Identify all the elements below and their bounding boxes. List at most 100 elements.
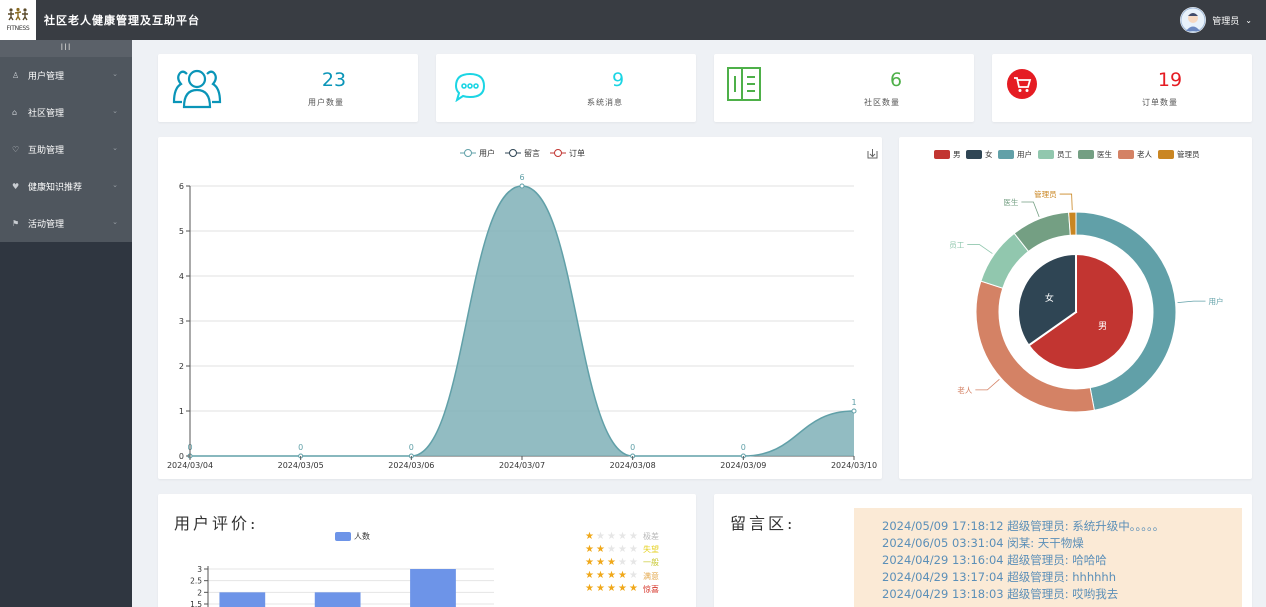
sidebar-item-users[interactable]: ♙ 用户管理 ⌄ [0,57,132,94]
message-board-title: 留言区: [730,514,796,533]
user-name[interactable]: 管理员 [1212,14,1239,27]
y-tick-label: 1.5 [190,600,202,607]
sidebar-item-mutual-aid[interactable]: ♡ 互助管理 ⌄ [0,131,132,168]
sidebar-item-activities[interactable]: ⚑ 活动管理 ⌄ [0,205,132,242]
stat-card-communities[interactable]: 6 社区数量 [714,54,974,122]
rating-row[interactable]: ★ ★ ★ ★ ★ 极差 [585,531,659,542]
legend-item[interactable]: 用户 [460,148,495,158]
rating-label: 一般 [643,558,659,568]
stat-value: 23 [321,69,347,91]
slice-label: 女 [1045,292,1054,304]
rating-row[interactable]: ★ ★ ★ ★ ★ 惊喜 [585,584,659,595]
sidebar-item-label: 互助管理 [28,146,65,156]
legend-item[interactable]: 医生 [1078,149,1113,159]
y-tick-label: 2.5 [190,577,202,586]
legend-label: 男 [953,150,961,159]
stat-label: 社区数量 [864,98,900,107]
legend-swatch [335,532,351,541]
sidebar-item-label: 活动管理 [28,220,65,230]
legend-label: 用户 [1017,149,1032,159]
star-icon: ★ [607,570,616,582]
legend-item[interactable]: 订单 [550,148,585,158]
label-line [1177,300,1206,303]
message-item: 2024/04/29 13:16:04 超级管理员: 哈哈哈 [882,553,1107,567]
star-icon: ★ [596,543,605,555]
avatar[interactable] [1180,7,1207,33]
fitness-figures-icon [8,7,28,21]
star-icon: ★ [585,543,594,555]
chevron-down-icon: ⌄ [112,181,118,189]
star-icon: ★ [607,530,616,542]
rating-bar-chart: 人数 1.5 2 2.5 3 [190,531,494,607]
legend-item[interactable]: 管理员 [1158,149,1200,159]
ring-label: 管理员 [1034,189,1057,199]
ring-segment[interactable] [1068,211,1077,236]
star-icon: ★ [629,530,638,542]
star-icon: ★ [607,543,616,555]
stat-card-users[interactable]: 23 用户数量 [158,54,418,122]
rating-row[interactable]: ★ ★ ★ ★ ★ 满意 [585,571,659,582]
legend-label: 员工 [1057,150,1073,159]
home-icon: ⌂ [12,108,18,117]
star-icon: ★ [585,530,594,542]
star-icon: ★ [618,570,627,582]
star-icon: ★ [607,556,616,568]
star-icon: ★ [629,583,638,595]
star-icon: ★ [618,543,627,555]
chevron-down-icon[interactable]: ⌄ [1245,16,1252,25]
ring-label: 员工 [949,240,964,249]
role-distribution-card: 男女用户 员工 医生 老人 管理员 男女 用户 老人 员工 医生 管理员 [899,137,1252,479]
sidebar-item-health-knowledge[interactable]: ♥ 健康知识推荐 ⌄ [0,168,132,205]
legend-marker [464,149,472,157]
legend-label: 用户 [479,148,495,158]
legend-item[interactable]: 女 [966,149,993,159]
legend-item[interactable]: 留言 [505,148,540,158]
star-icon: ★ [596,556,605,568]
star-icon: ★ [629,556,638,568]
sidebar-collapse-button[interactable]: III [0,40,132,57]
label-line [1021,201,1040,218]
data-point[interactable] [519,183,525,189]
star-icon: ★ [629,543,638,555]
legend-item[interactable]: 老人 [1118,149,1153,159]
ledger-icon [727,67,761,101]
rating-label: 惊喜 [643,584,659,594]
rating-row[interactable]: ★ ★ ★ ★ ★ 一般 [585,557,659,568]
y-tick-label: 2 [179,362,184,371]
avatar-icon [1180,7,1206,33]
star-icon: ★ [596,583,605,595]
label-line [975,379,1000,391]
message-list[interactable]: 2024/05/09 17:18:12 超级管理员: 系统升级中。。。。。 20… [854,508,1242,607]
x-tick-label: 2024/03/06 [388,461,434,470]
x-tick-label: 2024/03/09 [720,461,766,470]
y-tick-label: 3 [179,317,184,326]
chevron-down-icon: ⌄ [112,70,118,78]
chevron-down-icon: ⌄ [112,107,118,115]
rating-row[interactable]: ★ ★ ★ ★ ★ 失望 [585,544,659,555]
stat-label: 订单数量 [1142,98,1178,107]
y-tick-label: 1 [179,407,184,416]
star-icon: ★ [585,570,594,582]
download-icon[interactable] [867,149,878,159]
user-menu[interactable]: 管理员 ⌄ [1180,6,1252,34]
app-logo[interactable]: FITNESS [0,0,36,40]
star-icon: ★ [596,570,605,582]
stat-card-messages[interactable]: 9 系统消息 [436,54,696,122]
bar[interactable] [314,592,361,607]
legend-item[interactable]: 男 [934,150,961,159]
legend-item[interactable]: 人数 [335,531,370,541]
stat-card-orders[interactable]: 19 订单数量 [992,54,1252,122]
user-rating-card: 用户评价: 人数 1.5 2 2.5 3 ★ ★ ★ ★ ★ 极差 ★ ★ ★ ★ ★ 失望 ★ ★ ★ ★ ★ 一般 ★… [158,494,696,607]
rating-label: 失望 [643,545,659,555]
legend-item[interactable]: 用户 [998,149,1032,159]
legend-item[interactable]: 员工 [1038,150,1073,159]
ring-label: 医生 [1003,197,1018,207]
sidebar-item-community[interactable]: ⌂ 社区管理 ⌄ [0,94,132,131]
legend-swatch [1038,150,1054,159]
bar[interactable] [410,569,456,607]
legend-swatch [1158,150,1174,159]
data-point[interactable] [851,408,857,414]
legend-marker [509,149,517,157]
bar[interactable] [219,592,266,607]
y-tick-label: 5 [179,227,184,236]
